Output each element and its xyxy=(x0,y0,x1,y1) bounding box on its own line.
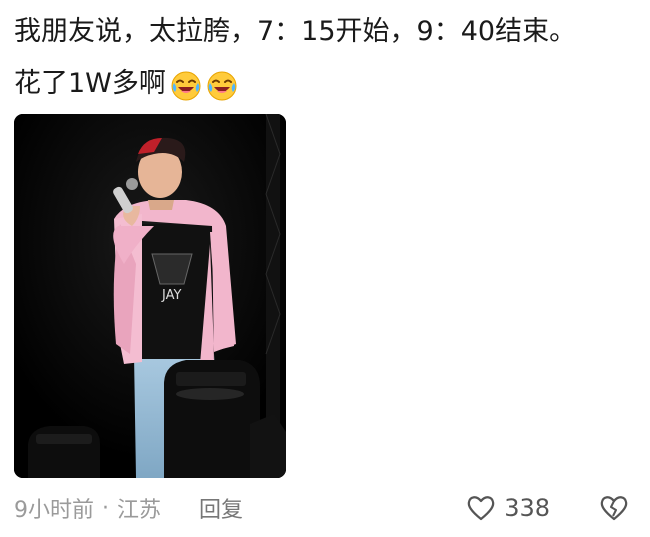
comment-line-2: 花了1W多啊 xyxy=(14,68,166,99)
meta-separator: · xyxy=(102,495,109,521)
reply-button[interactable]: 回复 xyxy=(199,492,243,524)
comment-text: 我朋友说，太拉胯，7：15开始，9：40结束。 花了1W多啊 xyxy=(14,6,644,110)
laughing-crying-emoji-icon xyxy=(170,68,202,101)
comment-footer: 9小时前 · 江苏 回复 338 xyxy=(14,488,630,528)
like-button[interactable]: 338 xyxy=(466,494,550,522)
comment-line-2-row: 花了1W多啊 xyxy=(14,58,238,110)
comment-post: 我朋友说，太拉胯，7：15开始，9：40结束。 花了1W多啊 JAY 9小时前 … xyxy=(0,0,650,537)
comment-line-1: 我朋友说，太拉胯，7：15开始，9：40结束。 xyxy=(14,16,577,47)
dislike-button[interactable] xyxy=(598,493,630,523)
broken-heart-icon xyxy=(600,496,628,521)
shirt-print: JAY xyxy=(161,288,181,303)
like-count: 338 xyxy=(504,494,550,522)
comment-photo[interactable]: JAY xyxy=(14,114,286,478)
heart-icon xyxy=(467,496,495,521)
laughing-crying-emoji-icon xyxy=(206,68,238,101)
concert-photo-illustration: JAY xyxy=(14,114,286,478)
post-location: 江苏 xyxy=(117,498,162,523)
post-time: 9小时前 xyxy=(14,498,94,523)
